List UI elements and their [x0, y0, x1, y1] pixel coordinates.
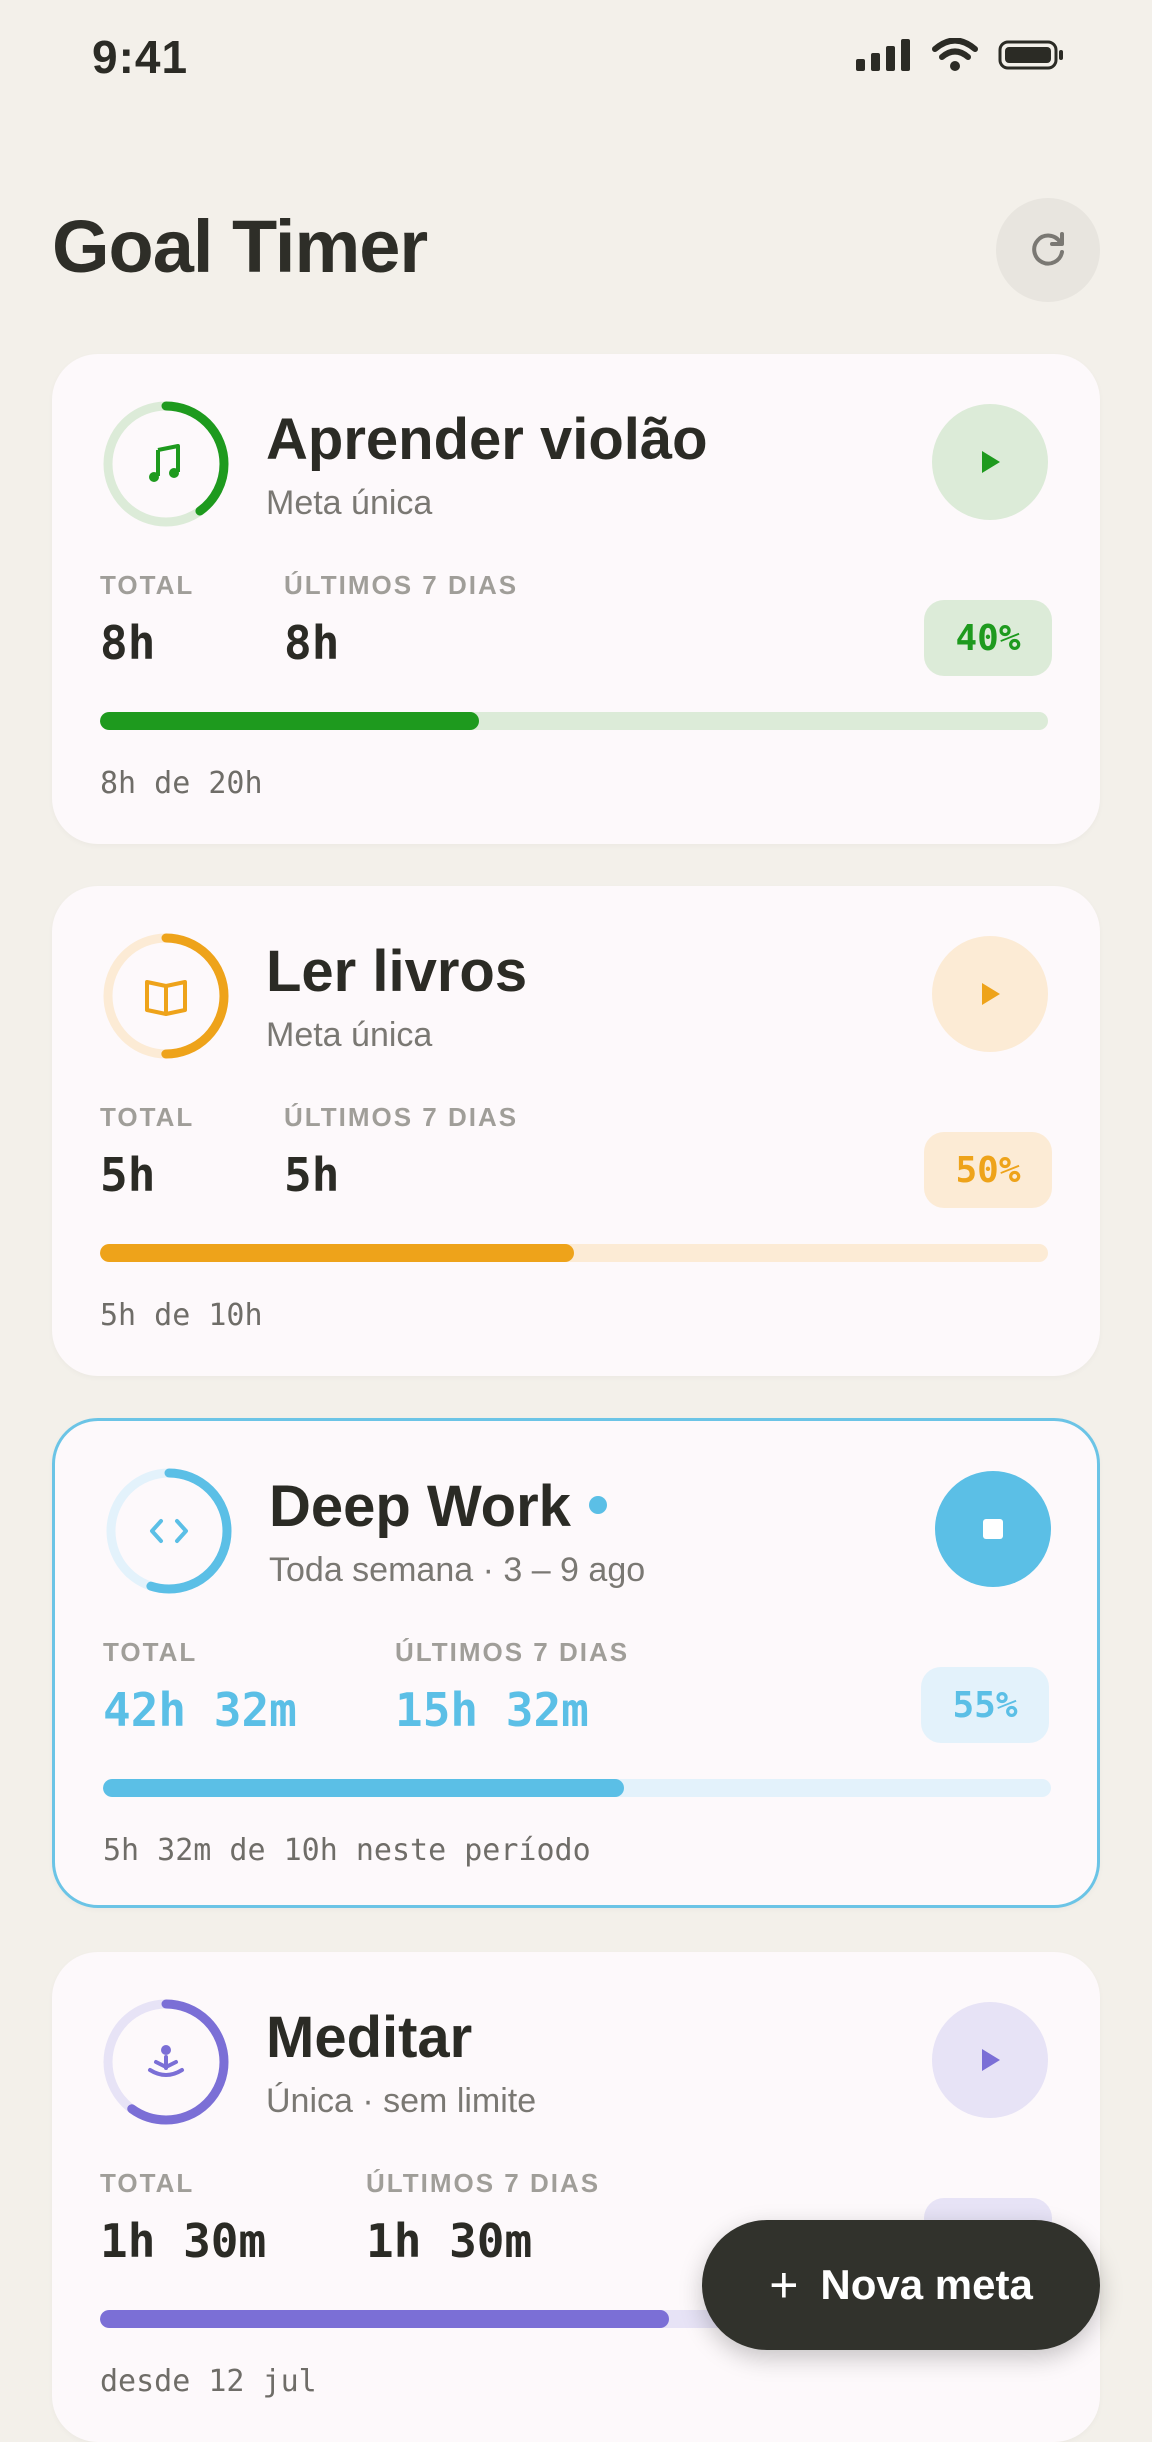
goal-title: Ler livros — [266, 939, 528, 1004]
stop-button[interactable] — [935, 1471, 1051, 1587]
progress-ring — [100, 930, 232, 1062]
week-value: 15h 32m — [395, 1683, 589, 1737]
total-value: 1h 30m — [100, 2214, 267, 2268]
plus-icon: + — [769, 2257, 799, 2313]
progress-track — [100, 712, 1048, 730]
goal-title: Aprender violão — [266, 407, 708, 472]
play-icon — [982, 451, 1000, 473]
progress-ring — [103, 1465, 235, 1597]
percent-badge: 50% — [924, 1132, 1052, 1208]
refresh-button[interactable] — [996, 198, 1100, 302]
total-label: TOTAL — [100, 2168, 195, 2198]
wifi-icon — [932, 38, 978, 71]
status-bar: 9:41 — [0, 0, 1152, 120]
goal-title: Meditar — [266, 2005, 473, 2070]
progress-fill — [103, 1779, 625, 1797]
progress-caption: 8h de 20h — [100, 766, 263, 801]
running-indicator — [588, 1495, 607, 1514]
goal-title-row: Deep Work — [269, 1473, 607, 1540]
battery-icon — [998, 40, 1063, 70]
refresh-icon — [1032, 232, 1064, 266]
goal-card-active[interactable]: Deep Work Toda semana · 3 – 9 ago TOTAL … — [52, 1418, 1100, 1908]
play-button[interactable] — [932, 404, 1048, 520]
total-value: 42h 32m — [103, 1683, 297, 1737]
new-goal-button[interactable]: + Nova meta — [702, 2220, 1100, 2350]
goal-subtitle: Toda semana · 3 – 9 ago — [269, 1551, 646, 1589]
progress-fill — [100, 712, 480, 730]
goal-card[interactable]: Meditar Única · sem limite TOTAL 1h 30m … — [52, 1952, 1100, 2442]
progress-track — [103, 1779, 1051, 1797]
week-label: ÚLTIMOS 7 DIAS — [284, 570, 519, 600]
week-value: 8h — [284, 616, 340, 670]
percent-badge: 55% — [921, 1667, 1049, 1743]
total-value: 8h — [100, 616, 156, 670]
music-note-icon — [149, 444, 180, 482]
goal-card[interactable]: Aprender violão Meta única TOTAL 8h ÚLTI… — [52, 354, 1100, 844]
play-icon — [982, 983, 1000, 1005]
meditation-icon — [148, 2045, 184, 2077]
progress-caption: desde 12 jul — [100, 2364, 317, 2399]
week-label: ÚLTIMOS 7 DIAS — [284, 1102, 519, 1132]
week-value: 5h — [284, 1148, 340, 1202]
week-label: ÚLTIMOS 7 DIAS — [395, 1637, 630, 1667]
week-label: ÚLTIMOS 7 DIAS — [366, 2168, 601, 2198]
status-icons — [856, 38, 1064, 72]
goal-subtitle: Meta única — [266, 1016, 433, 1054]
week-value: 1h 30m — [366, 2214, 533, 2268]
total-label: TOTAL — [103, 1637, 198, 1667]
new-goal-label: Nova meta — [820, 2261, 1033, 2308]
progress-caption: 5h 32m de 10h neste período — [103, 1833, 591, 1868]
status-time: 9:41 — [92, 31, 189, 83]
progress-ring — [100, 398, 232, 530]
total-value: 5h — [100, 1148, 156, 1202]
progress-ring — [100, 1996, 232, 2128]
play-button[interactable] — [932, 2002, 1048, 2118]
progress-fill — [100, 2310, 669, 2328]
play-button[interactable] — [932, 936, 1048, 1052]
stop-icon — [983, 1519, 1003, 1539]
book-icon — [145, 980, 187, 1016]
percent-badge: 40% — [924, 600, 1052, 676]
progress-fill — [100, 1244, 574, 1262]
cellular-signal-icon — [856, 39, 910, 71]
page-title: Goal Timer — [52, 205, 428, 288]
total-label: TOTAL — [100, 570, 195, 600]
total-label: TOTAL — [100, 1102, 195, 1132]
play-icon — [982, 2049, 1000, 2071]
goal-card[interactable]: Ler livros Meta única TOTAL 5h ÚLTIMOS 7… — [52, 886, 1100, 1376]
goal-subtitle: Única · sem limite — [266, 2082, 537, 2120]
goal-title: Deep Work — [269, 1474, 571, 1539]
code-icon — [150, 1519, 188, 1543]
goal-subtitle: Meta única — [266, 484, 433, 522]
progress-caption: 5h de 10h — [100, 1298, 263, 1333]
progress-track — [100, 1244, 1048, 1262]
